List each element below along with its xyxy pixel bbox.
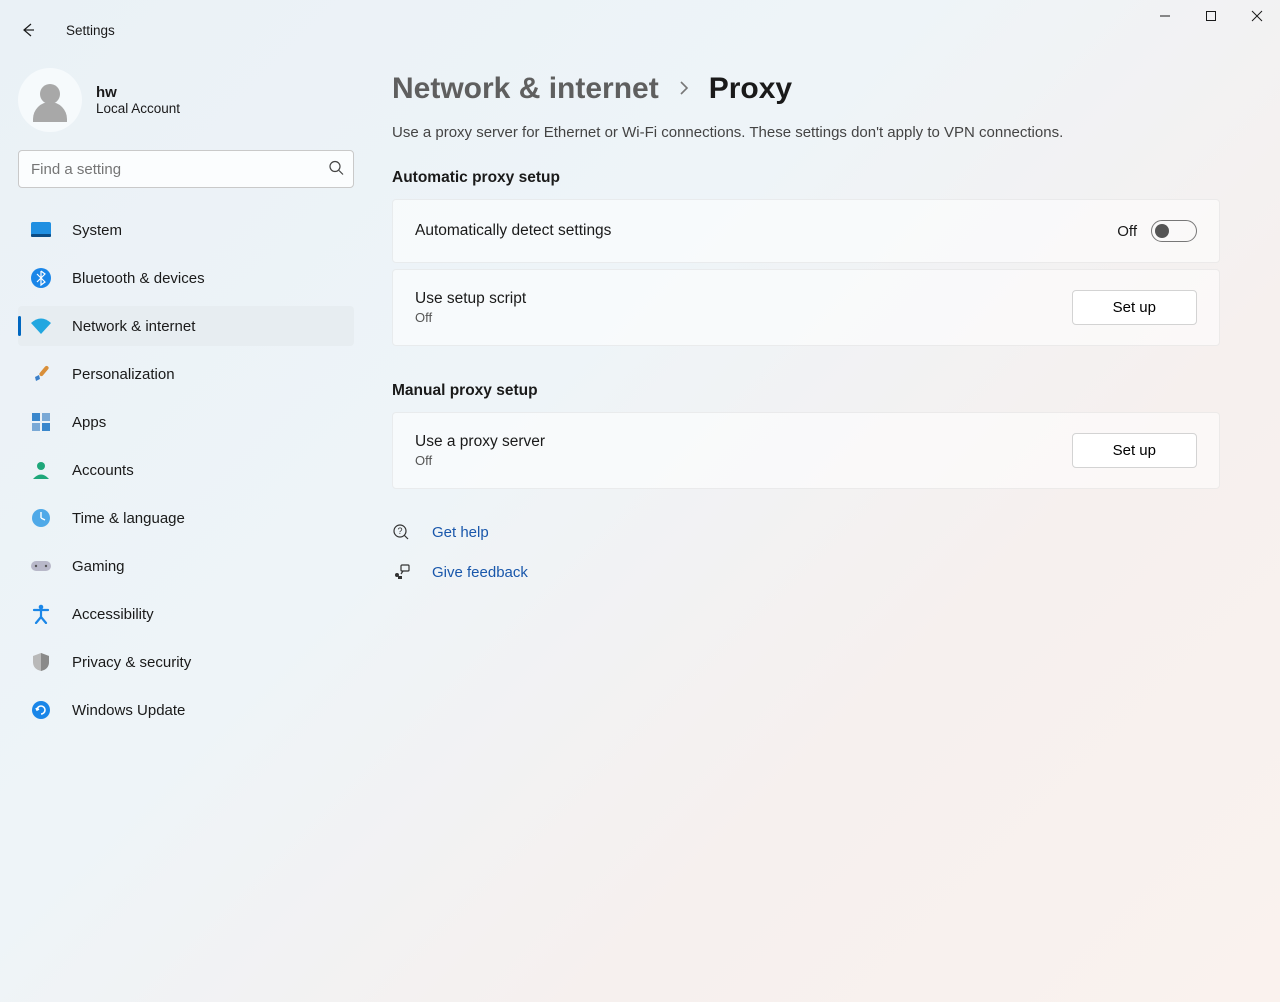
auto-detect-label: Automatically detect settings — [415, 222, 611, 240]
sidebar-item-label: Network & internet — [72, 318, 195, 335]
card-setup-script: Use setup script Off Set up — [392, 269, 1220, 346]
search-field[interactable] — [18, 150, 354, 188]
svg-text:?: ? — [397, 526, 402, 536]
avatar — [18, 68, 82, 132]
sidebar-item-label: Apps — [72, 414, 106, 431]
sidebar-item-accounts[interactable]: Accounts — [18, 450, 354, 490]
help-row: ? Get help — [392, 517, 1220, 547]
sidebar-item-windows-update[interactable]: Windows Update — [18, 690, 354, 730]
user-block[interactable]: hw Local Account — [18, 66, 354, 150]
sidebar-item-label: Bluetooth & devices — [72, 270, 205, 287]
window-maximize-button[interactable] — [1188, 0, 1234, 32]
accessibility-icon — [30, 603, 52, 625]
gamepad-icon — [30, 555, 52, 577]
sidebar-item-privacy[interactable]: Privacy & security — [18, 642, 354, 682]
proxy-server-label: Use a proxy server — [415, 433, 545, 451]
sidebar-item-apps[interactable]: Apps — [18, 402, 354, 442]
bluetooth-icon — [30, 267, 52, 289]
user-name: hw — [96, 84, 180, 101]
sidebar-item-gaming[interactable]: Gaming — [18, 546, 354, 586]
section-title-automatic: Automatic proxy setup — [392, 169, 1220, 187]
search-icon[interactable] — [328, 160, 344, 179]
sidebar-item-accessibility[interactable]: Accessibility — [18, 594, 354, 634]
search-input[interactable] — [18, 150, 354, 188]
sidebar: hw Local Account System Bluetooth & devi… — [0, 58, 372, 1002]
section-title-manual: Manual proxy setup — [392, 382, 1220, 400]
sidebar-item-system[interactable]: System — [18, 210, 354, 250]
topbar: Settings — [18, 14, 115, 46]
chevron-right-icon — [677, 78, 691, 101]
sidebar-item-label: Privacy & security — [72, 654, 191, 671]
help-icon: ? — [392, 523, 410, 541]
breadcrumb-current: Proxy — [709, 72, 792, 106]
apps-icon — [30, 411, 52, 433]
sidebar-item-time-language[interactable]: Time & language — [18, 498, 354, 538]
sidebar-item-label: Accounts — [72, 462, 134, 479]
sidebar-item-label: System — [72, 222, 122, 239]
paintbrush-icon — [30, 363, 52, 385]
shield-icon — [30, 651, 52, 673]
window-minimize-button[interactable] — [1142, 0, 1188, 32]
auto-detect-state-label: Off — [1117, 223, 1137, 240]
sidebar-item-bluetooth[interactable]: Bluetooth & devices — [18, 258, 354, 298]
sidebar-nav: System Bluetooth & devices Network & int… — [18, 210, 354, 730]
get-help-link[interactable]: Get help — [432, 524, 489, 541]
give-feedback-link[interactable]: Give feedback — [432, 564, 528, 581]
breadcrumb-parent[interactable]: Network & internet — [392, 72, 659, 106]
sidebar-item-label: Personalization — [72, 366, 175, 383]
main-content: Network & internet Proxy Use a proxy ser… — [372, 58, 1280, 1002]
sidebar-item-label: Gaming — [72, 558, 125, 575]
page-description: Use a proxy server for Ethernet or Wi-Fi… — [392, 124, 1220, 141]
setup-script-button[interactable]: Set up — [1072, 290, 1197, 325]
window-close-button[interactable] — [1234, 0, 1280, 32]
sidebar-item-network[interactable]: Network & internet — [18, 306, 354, 346]
proxy-server-sub: Off — [415, 453, 545, 468]
sidebar-item-personalization[interactable]: Personalization — [18, 354, 354, 394]
system-icon — [30, 219, 52, 241]
setup-script-sub: Off — [415, 310, 526, 325]
sidebar-item-label: Windows Update — [72, 702, 185, 719]
breadcrumb: Network & internet Proxy — [392, 72, 1220, 106]
back-button[interactable] — [18, 20, 38, 40]
user-subtitle: Local Account — [96, 101, 180, 116]
sidebar-item-label: Accessibility — [72, 606, 154, 623]
card-auto-detect: Automatically detect settings Off — [392, 199, 1220, 263]
card-proxy-server: Use a proxy server Off Set up — [392, 412, 1220, 489]
update-icon — [30, 699, 52, 721]
feedback-row: Give feedback — [392, 557, 1220, 587]
setup-script-label: Use setup script — [415, 290, 526, 308]
proxy-server-button[interactable]: Set up — [1072, 433, 1197, 468]
auto-detect-toggle[interactable] — [1151, 220, 1197, 242]
sidebar-item-label: Time & language — [72, 510, 185, 527]
wifi-icon — [30, 315, 52, 337]
person-icon — [30, 459, 52, 481]
clock-globe-icon — [30, 507, 52, 529]
window-controls — [1142, 0, 1280, 32]
app-title: Settings — [66, 23, 115, 38]
feedback-icon — [392, 563, 410, 581]
